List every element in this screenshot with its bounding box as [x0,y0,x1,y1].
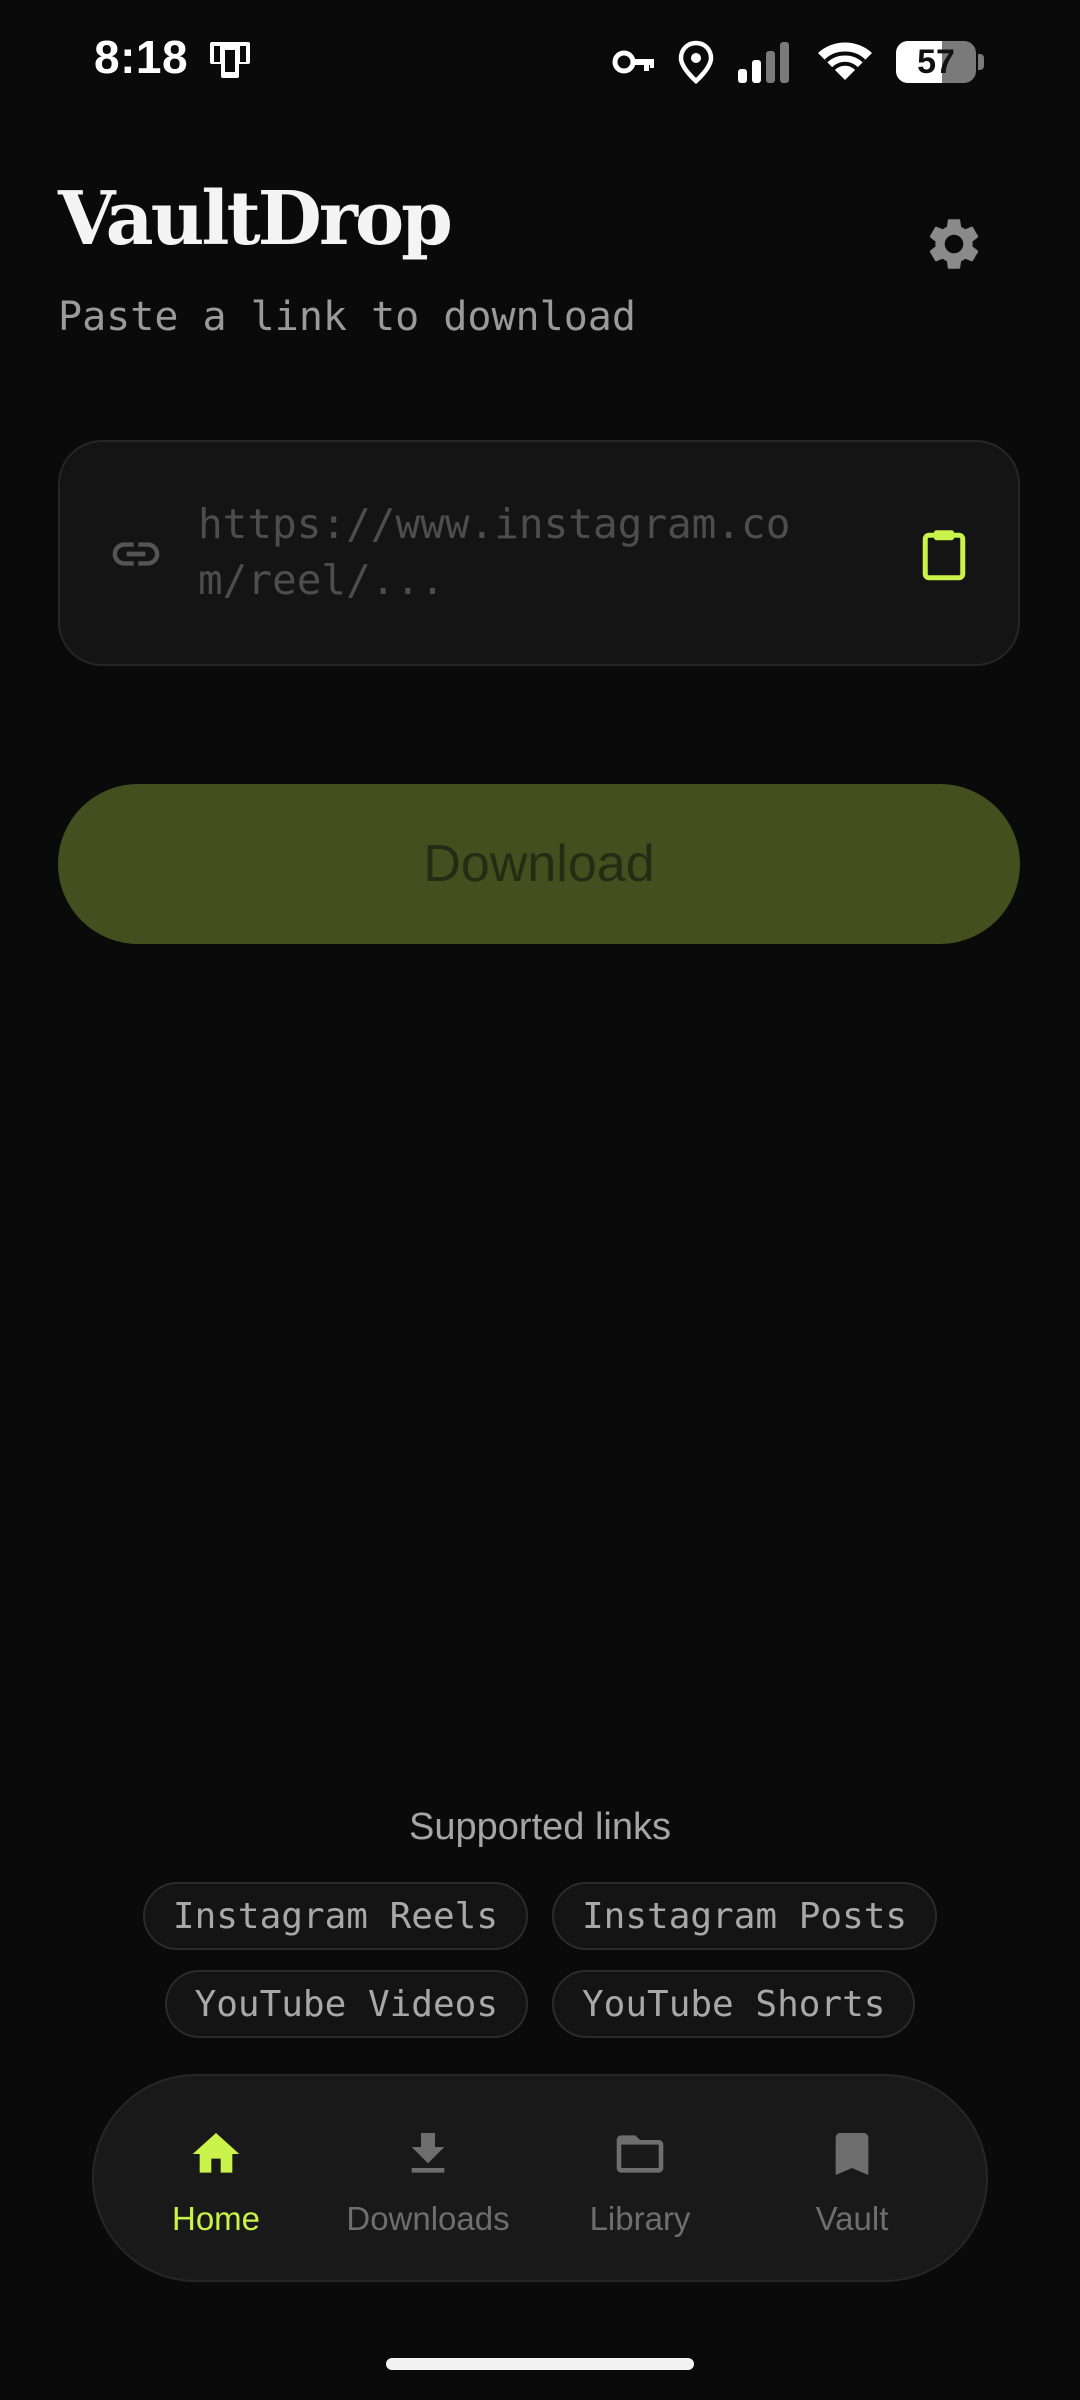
status-time: 8:18 [94,31,189,83]
nav-item-vault[interactable]: Vault [746,2076,958,2280]
paste-button[interactable] [910,520,978,588]
app-title: VaultDrop [58,176,453,262]
nav-item-library[interactable]: Library [534,2076,746,2280]
download-button[interactable]: Download [58,784,1020,944]
nav-label: Vault [815,2200,889,2237]
download-icon [411,2133,445,2173]
supported-links-row: Instagram Reels Instagram Posts [0,1882,1080,1950]
url-input-card [58,440,1020,666]
battery-icon: 57 [896,41,984,83]
wifi-icon [818,42,872,80]
home-indicator[interactable] [386,2358,694,2370]
chip-instagram-reels: Instagram Reels [142,1882,528,1950]
chip-youtube-videos: YouTube Videos [164,1970,528,2038]
supported-links-title: Supported links [409,1806,671,1848]
bottom-nav: Home Downloads Library Vault [92,2074,988,2282]
app-subtitle: Paste a link to download [58,294,636,340]
nav-item-home[interactable]: Home [110,2076,322,2280]
url-input[interactable] [198,496,808,616]
nav-label: Downloads [346,2200,510,2237]
settings-button[interactable] [918,208,990,280]
gear-icon [929,219,979,269]
phone-portrait-icon [210,42,250,78]
folder-icon [616,2135,664,2173]
nav-label: Home [171,2200,261,2237]
chip-instagram-posts: Instagram Posts [552,1882,938,1950]
status-bar: 8:18 57 [0,0,1080,120]
battery-level: 57 [917,43,955,81]
location-icon [678,40,714,84]
link-icon [112,542,160,566]
nav-item-downloads[interactable]: Downloads [322,2076,534,2280]
key-icon [612,50,654,74]
status-icons: 57 [612,36,984,88]
signal-icon [738,42,789,83]
nav-label: Library [589,2200,691,2237]
supported-links-row: YouTube Videos YouTube Shorts [0,1970,1080,2038]
bookmark-icon [835,2133,869,2175]
clipboard-icon [922,530,966,581]
home-icon [192,2133,240,2173]
chip-youtube-shorts: YouTube Shorts [552,1970,916,2038]
